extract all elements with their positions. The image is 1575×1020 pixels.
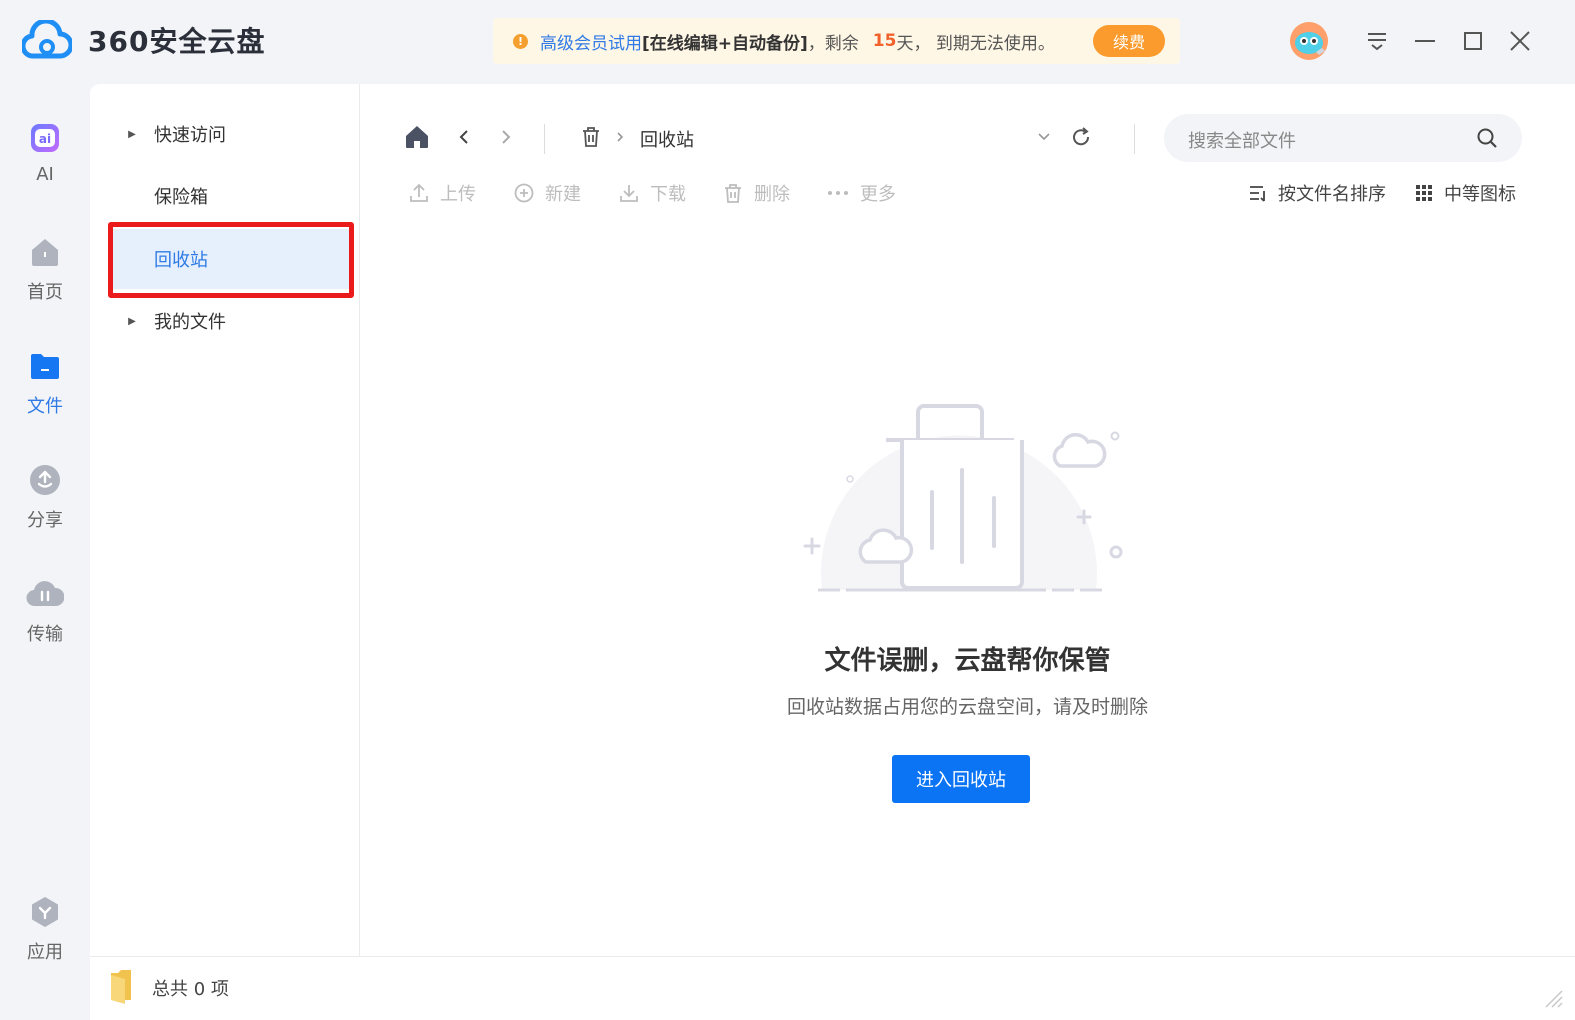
transfer-icon [26,581,64,607]
back-icon[interactable] [456,124,472,150]
share-icon [30,465,60,495]
upload-button[interactable]: 上传 [408,180,476,206]
remaining-days: 15 [872,31,897,51]
minimize-icon[interactable] [1412,28,1438,54]
search-box[interactable]: 搜索全部文件 [1164,114,1522,162]
view-mode-label: 中等图标 [1444,184,1516,205]
nav-label-transfer: 传输 [27,624,63,645]
upload-icon [410,183,428,202]
download-label: 下载 [650,184,686,205]
cloud-logo-icon [22,20,72,59]
ai-icon: ai [31,124,59,152]
more-label: 更多 [860,184,896,205]
sort-label: 按文件名排序 [1278,184,1386,205]
warning-icon: ! [513,33,528,49]
title-bar: 360安全云盘 ! 高级会员试用 [在线编辑+自动备份] ，剩余 15 天 ， … [0,0,1575,84]
expand-caret-icon[interactable]: ▶ [110,316,154,327]
action-toolbar: 上传 新建 下载 删除 更多 按文件名排序 中等图标 [360,180,1575,210]
main-panel: ▶ 快速访问 保险箱 回收站 ▶ 我的文件 回收站 搜索全部文件 上传 新建 下… [90,84,1575,1020]
nav-item-home[interactable]: 首页 [0,236,90,304]
folder-tree: ▶ 快速访问 保险箱 回收站 ▶ 我的文件 [90,84,360,956]
avatar[interactable] [1290,22,1328,60]
days-unit: 天 [896,33,914,54]
new-label: 新建 [545,184,581,205]
upload-label: 上传 [440,184,476,205]
expire-note: ， 到期无法使用。 [913,33,1055,54]
expand-caret-icon[interactable]: ▶ [110,129,154,140]
trial-banner: ! 高级会员试用 [在线编辑+自动备份] ，剩余 15 天 ， 到期无法使用。 … [493,18,1180,64]
nav-item-share[interactable]: 分享 [0,464,90,532]
close-icon[interactable] [1507,28,1533,54]
trash-icon [725,184,741,203]
tree-item-quick-access[interactable]: ▶ 快速访问 [110,104,350,164]
remaining-label: ，剩余 [807,33,859,54]
tree-label: 我的文件 [154,312,226,333]
resize-grip-icon[interactable] [1540,985,1564,1009]
forward-icon[interactable] [498,124,514,150]
trial-features: [在线编辑+自动备份] [642,33,808,54]
enter-recycle-bin-button[interactable]: 进入回收站 [892,755,1030,803]
nav-label-apps: 应用 [27,942,63,963]
left-nav: ai AI 首页 文件 分享 传输 应用 [0,84,90,1020]
delete-label: 删除 [754,184,790,205]
divider [544,124,545,154]
chevron-down-icon[interactable] [1036,124,1052,150]
refresh-icon[interactable] [1070,124,1092,150]
breadcrumb-current[interactable]: 回收站 [640,126,694,152]
search-input[interactable]: 搜索全部文件 [1188,127,1296,153]
menu-icon[interactable] [1364,28,1390,54]
new-button[interactable]: 新建 [513,180,581,206]
folder-icon [31,354,59,379]
more-button[interactable]: 更多 [826,180,896,206]
nav-item-apps[interactable]: 应用 [0,896,90,964]
selection-highlight-box [108,222,354,298]
grid-icon [1416,185,1432,201]
nav-label-share: 分享 [27,510,63,531]
home-icon [32,239,58,266]
sort-button[interactable]: 按文件名排序 [1248,180,1386,206]
empty-recycle-illustration [803,404,1123,592]
delete-button[interactable]: 删除 [722,180,790,206]
avatar-face-icon [1290,22,1328,60]
empty-state-subtitle: 回收站数据占用您的云盘空间，请及时删除 [786,696,1148,718]
chevron-right-icon [617,132,624,142]
plus-circle-icon [514,183,534,203]
home-icon[interactable] [404,124,430,150]
renew-button[interactable]: 续费 [1093,25,1165,57]
nav-item-files[interactable]: 文件 [0,350,90,418]
sort-icon [1250,186,1265,202]
trial-label[interactable]: 高级会员试用 [540,29,642,54]
tree-item-my-files[interactable]: ▶ 我的文件 [110,291,350,351]
app-logo: 360安全云盘 [22,20,265,60]
download-icon [620,185,638,202]
trash-icon [583,127,599,147]
divider [1134,124,1135,154]
tree-label: 保险箱 [154,187,208,208]
nav-item-ai[interactable]: ai AI [0,122,90,185]
nav-item-transfer[interactable]: 传输 [0,578,90,646]
view-mode-button[interactable]: 中等图标 [1414,180,1516,206]
tree-label: 快速访问 [154,125,226,146]
search-icon[interactable] [1476,127,1498,149]
app-title: 360安全云盘 [88,25,266,58]
maximize-icon[interactable] [1460,28,1486,54]
item-count: 总共 0 项 [152,979,229,1000]
empty-state-title: 文件误删，云盘帮你保管 [824,646,1111,676]
nav-label-files: 文件 [27,396,63,417]
svg-text:ai: ai [39,132,51,146]
tree-item-vault[interactable]: 保险箱 [110,166,350,226]
status-bar: 总共 0 项 [90,956,1575,1020]
more-dots-icon [828,191,848,195]
folder-icon [111,970,131,1004]
nav-label-home: 首页 [27,282,63,303]
download-button[interactable]: 下载 [618,180,686,206]
nav-label-ai: AI [36,164,54,185]
apps-icon [32,897,58,927]
breadcrumb-bar: 回收站 搜索全部文件 [360,84,1575,194]
